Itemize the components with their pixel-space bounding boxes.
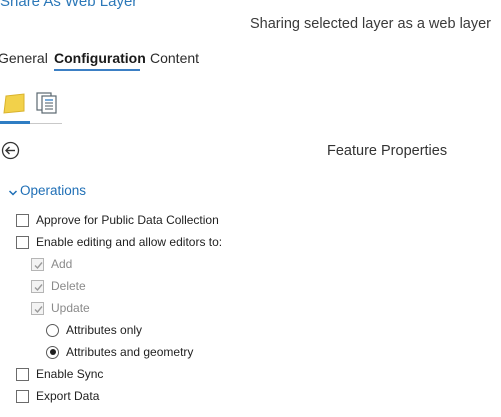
radio-selected-dot <box>49 349 56 355</box>
delete-label: Delete <box>51 279 86 293</box>
subtab-active-indicator <box>0 121 30 124</box>
radio-button[interactable] <box>46 345 59 359</box>
tab-content[interactable]: Content <box>150 50 199 66</box>
enable-editing-checkbox[interactable]: Enable editing and allow editors to: <box>16 233 222 251</box>
attributes-only-radio[interactable]: Attributes only <box>46 321 142 339</box>
operations-section-label: Operations <box>20 183 87 198</box>
enable-sync-checkbox[interactable]: Enable Sync <box>16 365 103 383</box>
attributes-only-label: Attributes only <box>66 323 143 337</box>
tab-configuration[interactable]: Configuration <box>54 50 146 66</box>
pane-subtitle: Sharing selected layer as a web layer <box>250 16 491 32</box>
tab-active-indicator <box>54 69 140 71</box>
checkbox-box[interactable] <box>16 235 29 249</box>
checkbox-box[interactable] <box>16 389 29 403</box>
checkbox-box[interactable] <box>16 367 29 381</box>
enable-editing-label: Enable editing and allow editors to: <box>36 235 223 249</box>
subtab-divider <box>30 123 62 124</box>
checkmark-icon <box>34 261 43 269</box>
enable-sync-label: Enable Sync <box>36 367 104 381</box>
tab-general[interactable]: General <box>0 50 48 66</box>
attributes-and-geometry-label: Attributes and geometry <box>66 345 194 359</box>
approve-public-data-label: Approve for Public Data Collection <box>36 213 219 227</box>
panel-title: Feature Properties <box>327 143 448 159</box>
radio-button[interactable] <box>46 323 59 337</box>
checkmark-icon <box>34 305 43 313</box>
update-checkbox[interactable]: Update <box>31 299 90 317</box>
pane-title: Share As Web Layer <box>0 0 138 10</box>
checkmark-icon <box>34 283 43 291</box>
chevron-down-icon <box>8 186 18 196</box>
update-label: Update <box>51 301 90 315</box>
checkbox-box[interactable] <box>31 279 44 293</box>
approve-public-data-checkbox[interactable]: Approve for Public Data Collection <box>16 211 219 229</box>
back-arrow-icon <box>1 141 20 160</box>
export-data-checkbox[interactable]: Export Data <box>16 387 99 405</box>
delete-checkbox[interactable]: Delete <box>31 277 86 295</box>
attributes-and-geometry-radio[interactable]: Attributes and geometry <box>46 343 193 361</box>
add-checkbox[interactable]: Add <box>31 255 72 273</box>
checkbox-box[interactable] <box>31 257 44 271</box>
checkbox-box[interactable] <box>31 301 44 315</box>
export-data-label: Export Data <box>36 389 100 403</box>
back-button[interactable] <box>1 141 20 160</box>
layers-folder-icon[interactable] <box>2 90 28 116</box>
properties-list-icon[interactable] <box>34 90 60 116</box>
checkbox-box[interactable] <box>16 213 29 227</box>
operations-section-header[interactable]: Operations <box>8 183 86 198</box>
add-label: Add <box>51 257 73 271</box>
